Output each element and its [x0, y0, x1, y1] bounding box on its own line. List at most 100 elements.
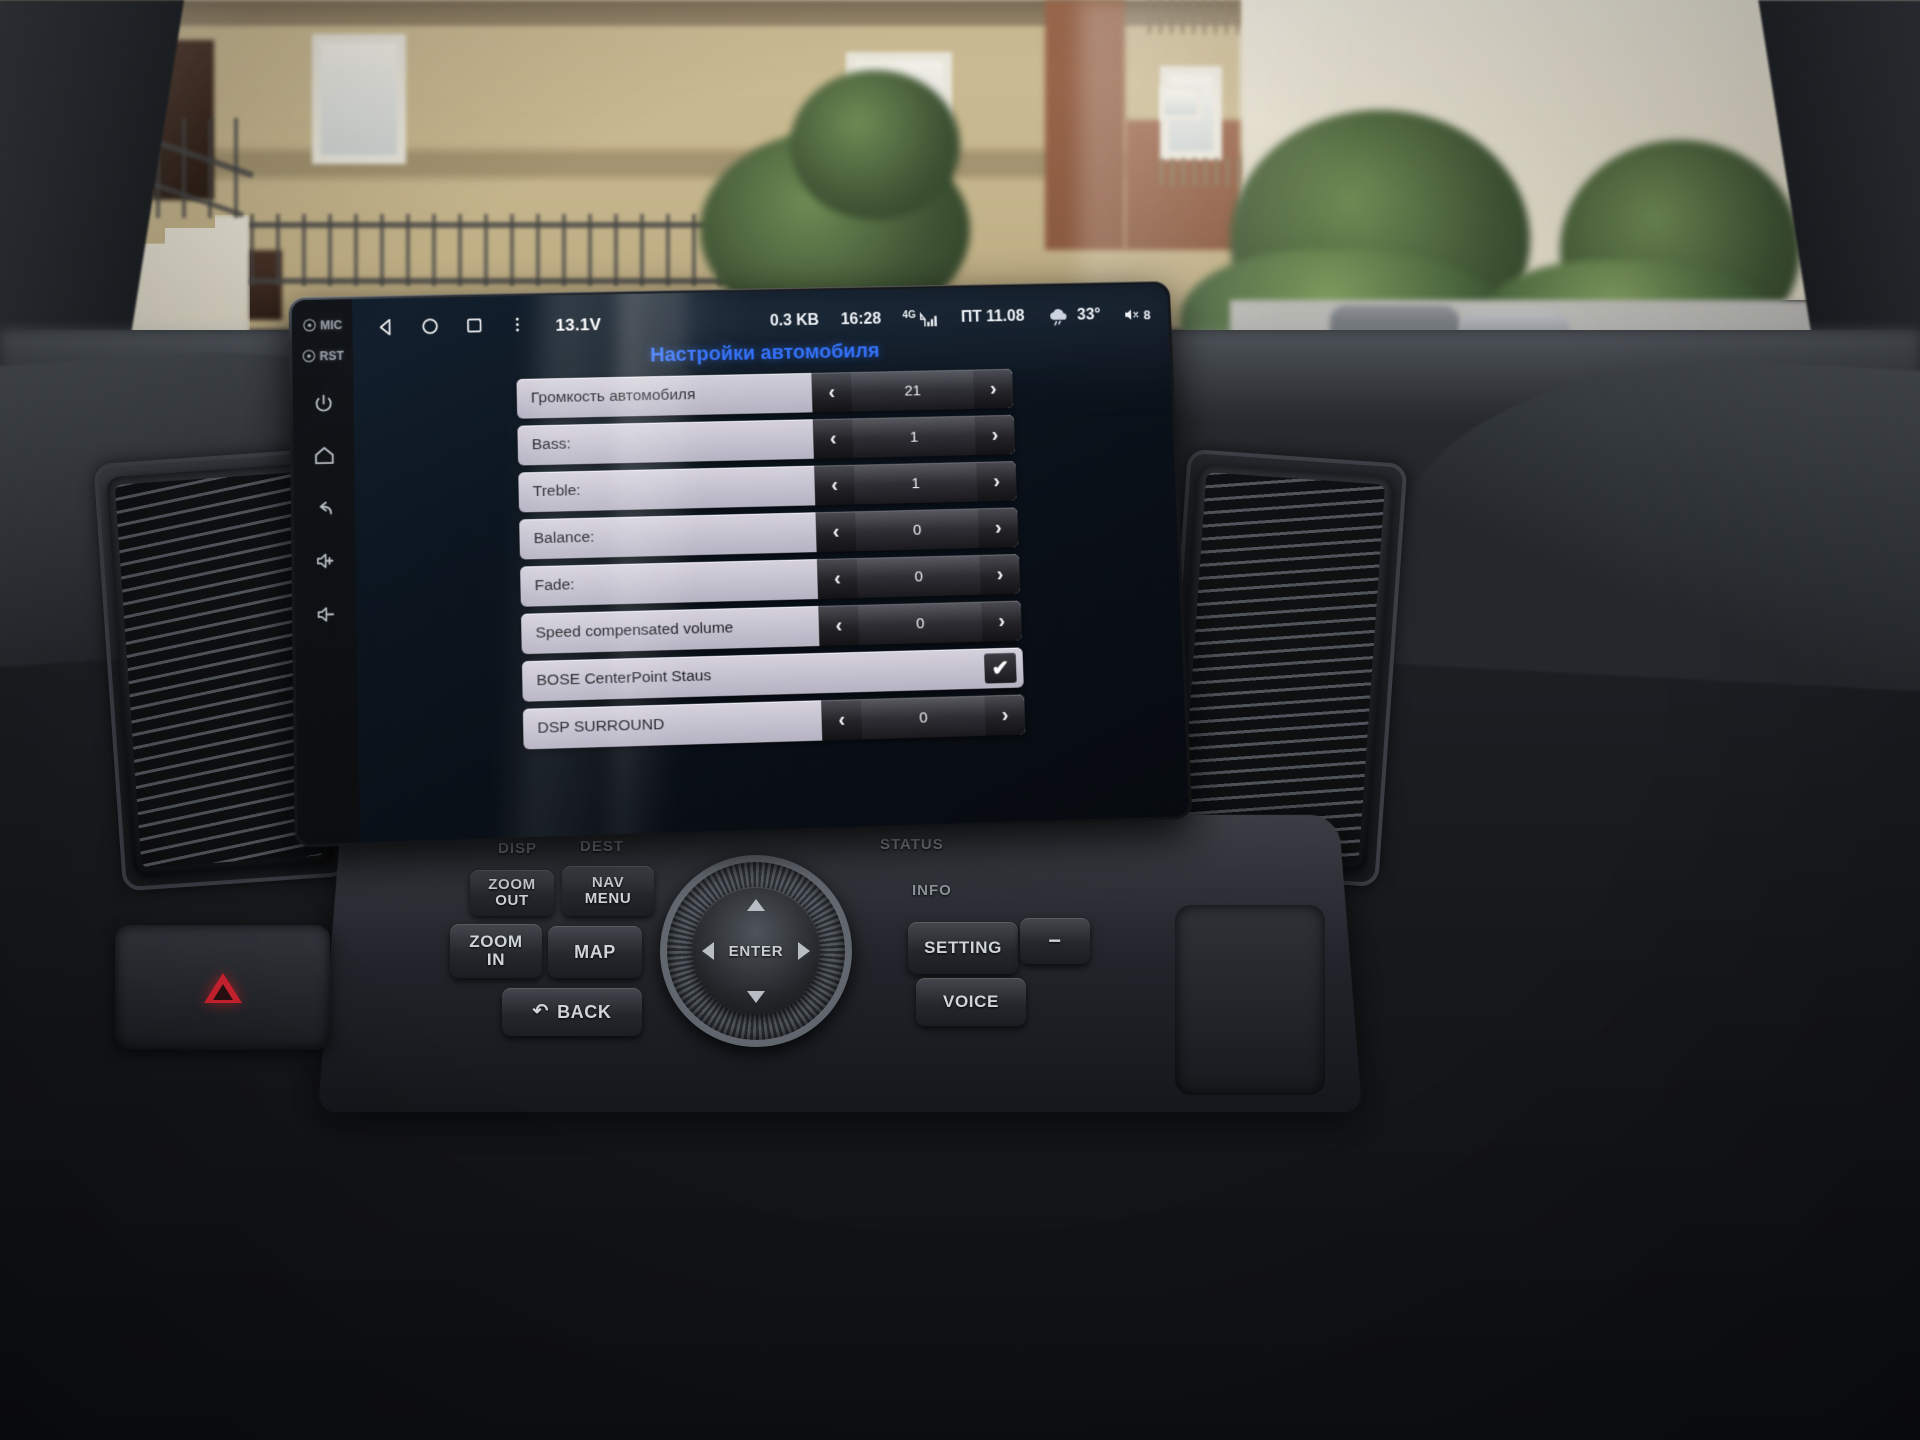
- voice-button[interactable]: VOICE: [916, 978, 1026, 1026]
- setting-row-fade[interactable]: Fade: ‹ 0 ›: [520, 553, 1021, 607]
- minus-button[interactable]: −: [1020, 918, 1090, 964]
- navigation-joystick[interactable]: ENTER: [660, 855, 852, 1047]
- volume-indicator[interactable]: 8: [1122, 306, 1151, 324]
- joystick-left-icon[interactable]: [702, 942, 714, 960]
- stepper-value: 1: [852, 415, 976, 458]
- stepper-value: 0: [855, 508, 980, 552]
- temperature-readout: 33°: [1076, 306, 1102, 324]
- console-label-dest: DEST: [580, 838, 625, 855]
- setting-row-bass[interactable]: Bass: ‹ 1 ›: [517, 414, 1016, 466]
- power-button[interactable]: [312, 393, 334, 414]
- nav-home-button[interactable]: [419, 315, 442, 342]
- clock: 16:28: [840, 310, 882, 329]
- nav-menu-button[interactable]: NAV MENU: [562, 866, 654, 916]
- zoom-out-button[interactable]: ZOOM OUT: [470, 870, 554, 916]
- decrement-button[interactable]: ‹: [811, 372, 853, 413]
- increment-button[interactable]: ›: [984, 694, 1026, 736]
- enter-label: ENTER: [728, 942, 784, 960]
- increment-button[interactable]: ›: [977, 507, 1019, 549]
- back-icon: [313, 497, 336, 520]
- setting-label: Balance:: [533, 528, 595, 548]
- increment-button[interactable]: ›: [974, 414, 1016, 456]
- joystick-up-icon[interactable]: [747, 899, 765, 911]
- volume-down-button[interactable]: [314, 602, 338, 626]
- decrement-button[interactable]: ‹: [812, 418, 854, 459]
- setting-label: Fade:: [534, 576, 575, 595]
- hazard-button[interactable]: [115, 925, 330, 1050]
- home-button[interactable]: [312, 444, 336, 468]
- mic-icon: [302, 318, 316, 331]
- weather-indicator: 33°: [1046, 305, 1102, 327]
- status-bar-right: 0.3 KB 16:28 4G ПТ 11.08 33° 8: [770, 304, 1169, 332]
- network-type-label: 4G: [902, 309, 916, 321]
- power-icon: [312, 393, 334, 414]
- settings-list: Громкость автомобиля ‹ 21 › Bass: ‹ 1 ›: [353, 366, 1185, 755]
- joystick-down-icon[interactable]: [747, 991, 765, 1003]
- back-button-label: BACK: [557, 1001, 612, 1022]
- back-button[interactable]: ↶ BACK: [502, 988, 642, 1036]
- console-label-status: STATUS: [880, 836, 944, 853]
- reset-label: RST: [319, 348, 344, 363]
- joystick-right-icon[interactable]: [798, 942, 810, 960]
- lcd-screen: 13.1V 0.3 KB 16:28 4G ПТ 11.08 33° 8 Нас…: [352, 283, 1190, 843]
- head-unit-bezel: MIC RST 13.1V 0.3 KB 16:28 4G ПТ 11.08 3…: [288, 280, 1193, 848]
- mic-label: MIC: [320, 317, 343, 332]
- map-button[interactable]: MAP: [548, 926, 642, 978]
- nav-back-button[interactable]: [375, 316, 398, 343]
- stepper-control: ‹ 1 ›: [814, 461, 1017, 506]
- reset-button[interactable]: RST: [301, 348, 344, 364]
- stepper-control: ‹ 0 ›: [816, 553, 1021, 599]
- back-arrow-icon: ↶: [532, 1001, 550, 1023]
- android-head-unit: MIC RST 13.1V 0.3 KB 16:28 4G ПТ 11.08 3…: [288, 280, 1193, 848]
- mic-button[interactable]: MIC: [302, 317, 343, 333]
- increment-button[interactable]: ›: [976, 461, 1017, 502]
- volume-up-icon: [313, 549, 337, 573]
- date-readout: ПТ 11.08: [960, 307, 1025, 326]
- decrement-button[interactable]: ‹: [818, 604, 860, 647]
- recents-square-icon: [463, 314, 485, 336]
- signal-bars-icon: [918, 311, 937, 328]
- zoom-in-button[interactable]: ZOOM IN: [450, 924, 542, 978]
- back-triangle-icon: [379, 318, 391, 335]
- head-unit-screen-area: MIC RST 13.1V 0.3 KB 16:28 4G ПТ 11.08 3…: [291, 283, 1190, 845]
- volume-down-icon: [314, 602, 338, 626]
- volume-up-button[interactable]: [313, 549, 337, 573]
- hazard-triangle-inner-icon: [212, 984, 233, 1000]
- setting-row-car-volume[interactable]: Громкость автомобиля ‹ 21 ›: [516, 368, 1014, 419]
- decrement-button[interactable]: ‹: [814, 464, 855, 506]
- decrement-button[interactable]: ‹: [816, 558, 858, 599]
- setting-row-speed-compensated-volume[interactable]: Speed compensated volume ‹ 0 ›: [521, 600, 1023, 655]
- cloud-rain-icon: [1049, 308, 1067, 327]
- increment-button[interactable]: ›: [981, 600, 1023, 642]
- home-circle-icon: [422, 318, 439, 334]
- stepper-control: ‹ 0 ›: [818, 600, 1023, 647]
- decrement-button[interactable]: ‹: [821, 699, 863, 741]
- nav-recents-button[interactable]: [463, 314, 486, 341]
- stepper-value: 0: [861, 695, 986, 740]
- joystick-center-button[interactable]: ENTER: [692, 887, 820, 1015]
- setting-row-bose-centerpoint[interactable]: BOSE CenterPoint Staus ✔: [521, 647, 1024, 702]
- setting-row-balance[interactable]: Balance: ‹ 0 ›: [519, 507, 1019, 560]
- decrement-button[interactable]: ‹: [815, 511, 857, 553]
- setting-row-treble[interactable]: Treble: ‹ 1 ›: [518, 461, 1017, 513]
- setting-label: Громкость автомобиля: [530, 386, 696, 407]
- setting-button[interactable]: SETTING: [908, 922, 1018, 974]
- stepper-value: 0: [856, 554, 981, 598]
- increment-button[interactable]: ›: [979, 553, 1021, 595]
- stepper-control: ‹ 1 ›: [812, 414, 1016, 459]
- stepper-control: ‹ 0 ›: [815, 507, 1019, 553]
- setting-row-dsp-surround[interactable]: DSP SURROUND ‹ 0 ›: [522, 694, 1026, 750]
- head-unit-side-buttons: MIC RST: [291, 299, 360, 845]
- console-label-info: INFO: [912, 882, 952, 899]
- bose-centerpoint-checkbox[interactable]: ✔: [983, 652, 1017, 684]
- overflow-menu-icon: [515, 317, 519, 331]
- back-button-side[interactable]: [313, 497, 336, 520]
- increment-button[interactable]: ›: [972, 368, 1014, 409]
- setting-label: Speed compensated volume: [535, 619, 734, 642]
- volume-value: 8: [1143, 306, 1151, 322]
- nissan-control-cluster: DISP DEST STATUS INFO ZOOM OUT NAV MENU …: [420, 830, 1100, 1080]
- nav-overflow-button[interactable]: [507, 313, 528, 340]
- signal-indicator: 4G: [902, 310, 939, 327]
- home-icon: [312, 444, 336, 468]
- setting-label: Treble:: [532, 482, 581, 501]
